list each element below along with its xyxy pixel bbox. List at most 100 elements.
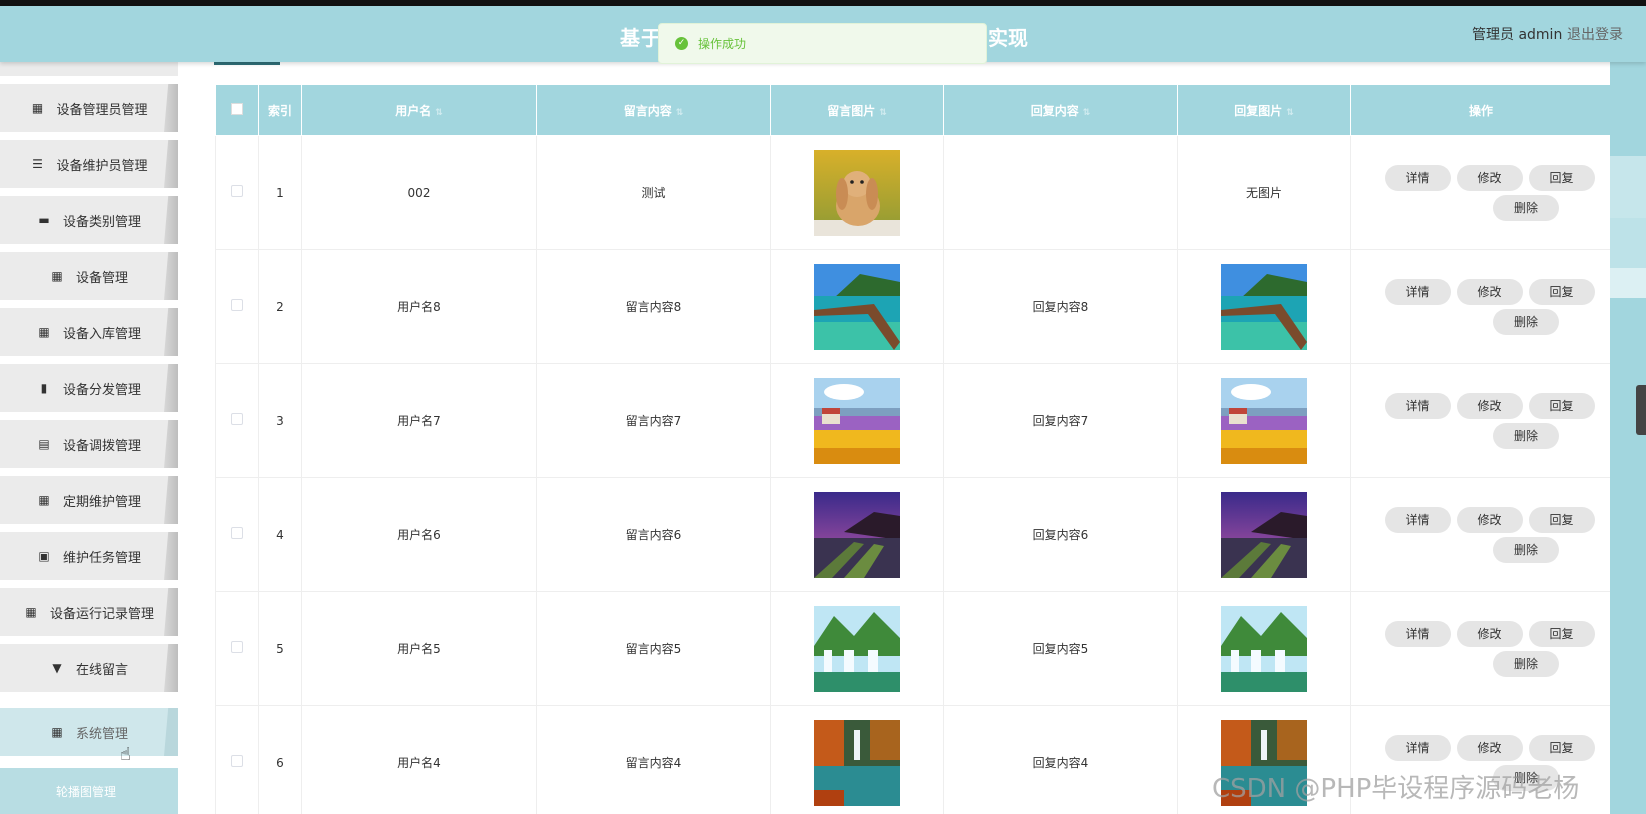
column-header-username[interactable]: 用户名 ⇅ bbox=[301, 84, 537, 136]
sidebar-item-maintenance-task[interactable]: ▣ 维护任务管理 bbox=[0, 532, 178, 580]
logout-link[interactable]: 退出登录 bbox=[1567, 24, 1623, 44]
row-checkbox[interactable] bbox=[231, 413, 243, 425]
message-image[interactable] bbox=[814, 605, 900, 692]
sidebar-item-stock-in[interactable]: ▦ 设备入库管理 bbox=[0, 308, 178, 356]
row-checkbox-cell[interactable] bbox=[215, 249, 259, 364]
edit-button[interactable]: 修改 bbox=[1456, 620, 1523, 647]
sidebar-item-device-admin[interactable]: ▦ 设备管理员管理 bbox=[0, 84, 178, 132]
image-cell bbox=[770, 363, 944, 478]
sidebar-item-device[interactable]: ▦ 设备管理 bbox=[0, 252, 178, 300]
reply-button[interactable]: 回复 bbox=[1528, 278, 1595, 305]
clipboard-check-icon: ▣ bbox=[38, 549, 50, 563]
detail-button[interactable]: 详情 bbox=[1384, 392, 1451, 419]
sidebar-item-online-message[interactable]: ▼ 在线留言 bbox=[0, 644, 178, 692]
row-checkbox[interactable] bbox=[231, 299, 243, 311]
detail-button[interactable]: 详情 bbox=[1384, 164, 1451, 191]
message-image[interactable] bbox=[814, 149, 900, 236]
delete-button[interactable]: 删除 bbox=[1493, 308, 1559, 335]
username-cell: 用户名8 bbox=[301, 249, 537, 364]
actions-cell: 详情 修改 回复删除 bbox=[1350, 363, 1612, 478]
reply-image-cell bbox=[1177, 363, 1351, 478]
index-cell: 4 bbox=[258, 477, 302, 592]
sidebar-item-maintainer[interactable]: ☰ 设备维护员管理 bbox=[0, 140, 178, 188]
edit-button[interactable]: 修改 bbox=[1456, 734, 1523, 761]
detail-button[interactable]: 详情 bbox=[1384, 278, 1451, 305]
row-checkbox-cell[interactable] bbox=[215, 363, 259, 478]
select-all-checkbox[interactable] bbox=[231, 102, 243, 115]
reply-cell: 回复内容5 bbox=[943, 591, 1178, 706]
sidebar-item-distribution[interactable]: ▮ 设备分发管理 bbox=[0, 364, 178, 412]
row-checkbox[interactable] bbox=[231, 641, 243, 653]
delete-button[interactable]: 删除 bbox=[1493, 194, 1559, 221]
reply-image[interactable] bbox=[1221, 491, 1307, 578]
reply-button[interactable]: 回复 bbox=[1528, 734, 1595, 761]
message-image[interactable] bbox=[814, 377, 900, 464]
sidebar-item-transfer[interactable]: ▤ 设备调拨管理 bbox=[0, 420, 178, 468]
content-cell: 留言内容8 bbox=[536, 249, 771, 364]
pin-icon: ▼ bbox=[52, 661, 62, 675]
grid-icon: ▦ bbox=[38, 325, 50, 339]
table-row: 5 用户名5 留言内容5 回复内容5 详情 修改 回复 删除 bbox=[215, 591, 1612, 706]
table-row: 3 用户名7 留言内容7 回复内容7 详情 修改 回复 删除 bbox=[215, 363, 1612, 478]
sidebar-item-run-record[interactable]: ▦ 设备运行记录管理 bbox=[0, 588, 178, 636]
edit-button[interactable]: 修改 bbox=[1456, 392, 1523, 419]
content-cell: 留言内容4 bbox=[536, 705, 771, 814]
detail-button[interactable]: 详情 bbox=[1384, 734, 1451, 761]
reply-image[interactable] bbox=[1221, 605, 1307, 692]
message-image[interactable] bbox=[814, 263, 900, 350]
row-checkbox[interactable] bbox=[231, 755, 243, 767]
delete-button[interactable]: 删除 bbox=[1493, 422, 1559, 449]
sidebar-item-label: 设备管理员管理 bbox=[56, 102, 148, 118]
watermark: CSDN @PHP毕设程序源码老杨 bbox=[1212, 774, 1580, 804]
table-row: 4 用户名6 留言内容6 回复内容6 详情 修改 回复 删除 bbox=[215, 477, 1612, 592]
no-image-text: 无图片 bbox=[1245, 186, 1282, 200]
column-header-image[interactable]: 留言图片 ⇅ bbox=[770, 84, 944, 136]
sidebar-item-label: 设备入库管理 bbox=[62, 326, 141, 342]
row-checkbox-cell[interactable] bbox=[215, 135, 259, 250]
username-cell: 用户名5 bbox=[301, 591, 537, 706]
reply-button[interactable]: 回复 bbox=[1528, 392, 1595, 419]
index-cell: 5 bbox=[258, 591, 302, 706]
column-header-reply-image[interactable]: 回复图片 ⇅ bbox=[1177, 84, 1351, 136]
message-image[interactable] bbox=[814, 719, 900, 806]
actions-cell: 详情 修改 回复删除 bbox=[1350, 477, 1612, 592]
detail-button[interactable]: 详情 bbox=[1384, 620, 1451, 647]
select-all-checkbox-cell[interactable] bbox=[215, 84, 259, 136]
admin-label: 管理员 admin bbox=[1472, 27, 1563, 43]
sidebar-subitem-carousel[interactable]: 轮播图管理 bbox=[0, 768, 178, 814]
sort-icon: ⇅ bbox=[1286, 107, 1294, 118]
reply-button[interactable]: 回复 bbox=[1528, 506, 1595, 533]
reply-button[interactable]: 回复 bbox=[1528, 620, 1595, 647]
sidebar-item-periodic-maintenance[interactable]: ▦ 定期维护管理 bbox=[0, 476, 178, 524]
delete-button[interactable]: 删除 bbox=[1493, 650, 1559, 677]
sort-icon: ⇅ bbox=[1082, 107, 1091, 118]
table-header-row: 索引 用户名 ⇅ 留言内容 ⇅ 留言图片 ⇅ 回复内容 ⇅ 回复图片 ⇅ 操作 bbox=[215, 84, 1612, 136]
column-header-content[interactable]: 留言内容 ⇅ bbox=[536, 84, 771, 136]
detail-button[interactable]: 详情 bbox=[1384, 506, 1451, 533]
reply-image-cell bbox=[1177, 591, 1351, 706]
edit-button[interactable]: 修改 bbox=[1456, 164, 1523, 191]
column-header-reply[interactable]: 回复内容 ⇅ bbox=[943, 84, 1178, 136]
row-checkbox[interactable] bbox=[231, 527, 243, 539]
sidebar-item-system[interactable]: ▦ 系统管理 bbox=[0, 708, 178, 756]
row-checkbox-cell[interactable] bbox=[215, 477, 259, 592]
reply-image[interactable] bbox=[1221, 377, 1307, 464]
row-checkbox[interactable] bbox=[231, 185, 243, 197]
delete-button[interactable]: 删除 bbox=[1493, 536, 1559, 563]
sidebar-item-category[interactable]: ▬ 设备类别管理 bbox=[0, 196, 178, 244]
active-tab-indicator bbox=[214, 62, 280, 65]
index-cell: 2 bbox=[258, 249, 302, 364]
reply-button[interactable]: 回复 bbox=[1528, 164, 1595, 191]
edit-button[interactable]: 修改 bbox=[1456, 278, 1523, 305]
reply-image[interactable] bbox=[1221, 719, 1307, 806]
image-cell bbox=[770, 591, 944, 706]
scrollbar-thumb[interactable] bbox=[1636, 385, 1646, 435]
row-checkbox-cell[interactable] bbox=[215, 705, 259, 814]
edit-button[interactable]: 修改 bbox=[1456, 506, 1523, 533]
row-checkbox-cell[interactable] bbox=[215, 591, 259, 706]
image-cell bbox=[770, 249, 944, 364]
reply-image[interactable] bbox=[1221, 263, 1307, 350]
sidebar-item-label: 定期维护管理 bbox=[62, 494, 141, 510]
message-image[interactable] bbox=[814, 491, 900, 578]
reply-image-cell: 无图片 bbox=[1177, 135, 1351, 250]
